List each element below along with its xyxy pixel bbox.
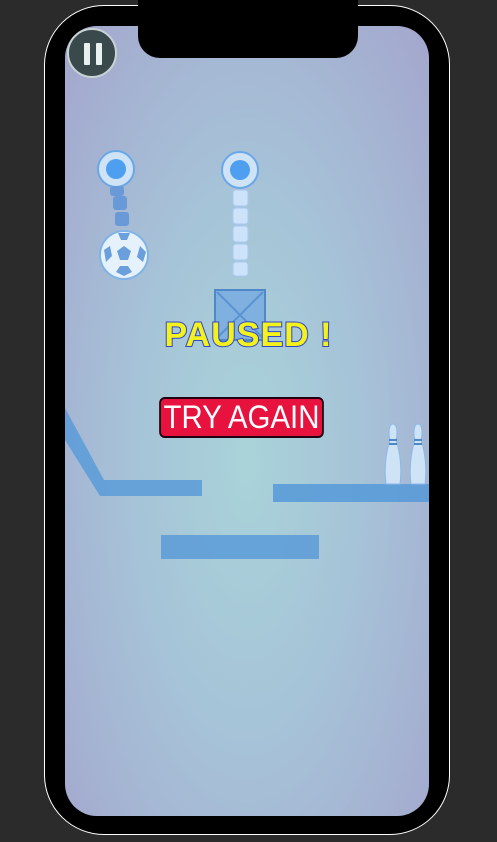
phone-notch: [138, 0, 358, 58]
rope-anchor-right[interactable]: [221, 151, 259, 189]
soccer-ball-icon: [99, 230, 149, 280]
try-again-button[interactable]: TRY AGAIN: [159, 397, 324, 438]
pause-icon: [84, 43, 90, 65]
pause-button[interactable]: [67, 28, 117, 78]
rope-anchor-left[interactable]: [97, 150, 135, 188]
pause-icon-bar: [96, 43, 102, 65]
bowling-pin-icon-2: [409, 423, 427, 485]
bowling-pin-icon: [384, 423, 402, 485]
chain-left: [110, 186, 129, 226]
chain-right: [232, 189, 249, 277]
lower-platform: [161, 535, 319, 559]
paused-title: PAUSED !: [164, 315, 333, 355]
right-platform: [273, 484, 429, 502]
